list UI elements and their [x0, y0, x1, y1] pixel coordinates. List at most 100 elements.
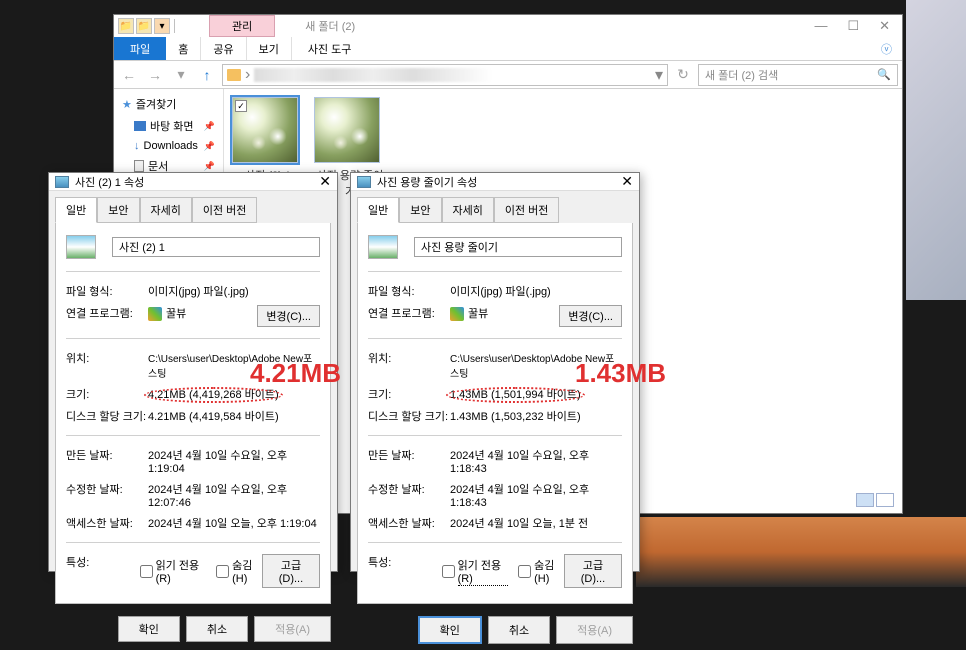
- file-tab[interactable]: 파일: [114, 37, 166, 60]
- file-type-icon: [66, 235, 96, 259]
- picture-tools-tab[interactable]: 사진 도구: [292, 37, 368, 60]
- advanced-button[interactable]: 고급(D)...: [262, 554, 320, 588]
- properties-dialog-1: 사진 (2) 1 속성 ✕ 일반 보안 자세히 이전 버전 파일 형식:이미지(…: [48, 172, 338, 572]
- separator: [174, 19, 175, 33]
- readonly-checkbox[interactable]: 읽기 전용(R): [442, 557, 509, 586]
- separator: [66, 338, 320, 339]
- document-icon: [134, 160, 144, 172]
- tab-panel: 파일 형식:이미지(jpg) 파일(.jpg) 연결 프로그램:꿀뷰변경(C).…: [55, 223, 331, 604]
- pin-icon: 📌: [204, 161, 215, 172]
- forward-button[interactable]: →: [144, 64, 166, 86]
- separator: [368, 338, 622, 339]
- accessed-label: 액세스한 날짜:: [368, 515, 450, 531]
- folder-icon-2[interactable]: 📁: [136, 18, 152, 34]
- tab-details[interactable]: 자세히: [140, 197, 192, 223]
- view-tab[interactable]: 보기: [247, 37, 292, 60]
- separator: [368, 435, 622, 436]
- recent-dropdown[interactable]: ▾: [170, 64, 192, 86]
- apply-button[interactable]: 적용(A): [556, 616, 633, 644]
- tab-previous[interactable]: 이전 버전: [192, 197, 258, 223]
- folder-icon[interactable]: 📁: [118, 18, 134, 34]
- maximize-button[interactable]: ☐: [847, 18, 859, 34]
- cancel-button[interactable]: 취소: [488, 616, 550, 644]
- separator: [66, 435, 320, 436]
- ok-button[interactable]: 확인: [418, 616, 482, 644]
- readonly-checkbox[interactable]: 읽기 전용(R): [140, 557, 207, 585]
- close-button[interactable]: ✕: [621, 173, 633, 190]
- properties-dialog-2: 사진 용량 줄이기 속성 ✕ 일반 보안 자세히 이전 버전 파일 형식:이미지…: [350, 172, 640, 572]
- filename-input[interactable]: [112, 237, 320, 257]
- filename-input[interactable]: [414, 237, 622, 257]
- pin-icon: 📌: [204, 141, 215, 152]
- dialog-title: 사진 용량 줄이기 속성: [377, 174, 477, 190]
- accessed-label: 액세스한 날짜:: [66, 515, 148, 531]
- opens-label: 연결 프로그램:: [66, 305, 148, 327]
- back-button[interactable]: ←: [118, 64, 140, 86]
- ribbon-context-tab: 관리: [209, 15, 275, 37]
- app-icon: [148, 307, 162, 321]
- location-label: 위치:: [368, 350, 450, 380]
- view-switcher: [856, 493, 894, 507]
- modified-label: 수정한 날짜:: [66, 481, 148, 509]
- sidebar-favorites[interactable]: ★즐겨찾기: [114, 93, 223, 115]
- up-button[interactable]: ↑: [196, 64, 218, 86]
- sidebar-desktop[interactable]: 바탕 화면📌: [114, 115, 223, 137]
- separator: [368, 542, 622, 543]
- home-tab[interactable]: 홈: [166, 37, 201, 60]
- dialog-buttons: 확인 취소 적용(A): [351, 610, 639, 650]
- location-value: C:\Users\user\Desktop\Adobe New포스팅: [450, 350, 622, 380]
- tab-details[interactable]: 자세히: [442, 197, 494, 223]
- minimize-button[interactable]: —: [814, 18, 827, 34]
- thumbnail-view-icon[interactable]: [856, 493, 874, 507]
- pin-icon: 📌: [204, 121, 215, 132]
- share-tab[interactable]: 공유: [201, 37, 246, 60]
- details-view-icon[interactable]: [876, 493, 894, 507]
- address-path: [254, 68, 651, 82]
- separator: [66, 271, 320, 272]
- tab-strip: 일반 보안 자세히 이전 버전: [49, 191, 337, 223]
- separator: [66, 542, 320, 543]
- checkbox-icon[interactable]: ✓: [235, 100, 247, 112]
- created-value: 2024년 4월 10일 수요일, 오후 1:18:43: [450, 447, 622, 475]
- tab-security[interactable]: 보안: [399, 197, 441, 223]
- created-value: 2024년 4월 10일 수요일, 오후 1:19:04: [148, 447, 320, 475]
- tab-general[interactable]: 일반: [55, 197, 97, 223]
- close-button[interactable]: ✕: [319, 173, 331, 190]
- image-icon: [357, 176, 371, 188]
- dialog-buttons: 확인 취소 적용(A): [49, 610, 337, 648]
- hidden-checkbox[interactable]: 숨김(H): [518, 557, 564, 585]
- disk-label: 디스크 할당 크기:: [368, 408, 450, 424]
- refresh-button[interactable]: ↻: [672, 64, 694, 86]
- sidebar-label: 즐겨찾기: [136, 96, 176, 112]
- download-icon: ↓: [134, 140, 140, 152]
- search-box[interactable]: 새 폴더 (2) 검색 🔍: [698, 64, 898, 86]
- close-button[interactable]: ✕: [879, 18, 890, 34]
- cancel-button[interactable]: 취소: [186, 616, 248, 642]
- help-icon[interactable]: ⓥ: [871, 37, 902, 60]
- tab-general[interactable]: 일반: [357, 197, 399, 223]
- disk-value: 4.21MB (4,419,584 바이트): [148, 408, 320, 424]
- tab-panel: 파일 형식:이미지(jpg) 파일(.jpg) 연결 프로그램:꿀뷰변경(C).…: [357, 223, 633, 604]
- hidden-checkbox[interactable]: 숨김(H): [216, 557, 262, 585]
- separator: [368, 271, 622, 272]
- sidebar-downloads[interactable]: ↓Downloads📌: [114, 137, 223, 155]
- apply-button[interactable]: 적용(A): [254, 616, 331, 642]
- modified-label: 수정한 날짜:: [368, 481, 450, 509]
- opens-label: 연결 프로그램:: [368, 305, 450, 327]
- type-label: 파일 형식:: [368, 283, 450, 299]
- dialog-title: 사진 (2) 1 속성: [75, 174, 144, 190]
- created-label: 만든 날짜:: [66, 447, 148, 475]
- advanced-button[interactable]: 고급(D)...: [564, 554, 622, 588]
- ok-button[interactable]: 확인: [118, 616, 180, 642]
- tab-previous[interactable]: 이전 버전: [494, 197, 560, 223]
- tab-security[interactable]: 보안: [97, 197, 139, 223]
- change-button[interactable]: 변경(C)...: [559, 305, 622, 327]
- address-bar[interactable]: › ▾: [222, 64, 668, 86]
- change-button[interactable]: 변경(C)...: [257, 305, 320, 327]
- navigation-bar: ← → ▾ ↑ › ▾ ↻ 새 폴더 (2) 검색 🔍: [114, 61, 902, 89]
- overflow-icon[interactable]: ▾: [154, 18, 170, 34]
- size-value: 4.21MB (4,419,268 바이트): [148, 389, 279, 401]
- thumbnail-image: ✓: [232, 97, 298, 163]
- manage-tab[interactable]: 관리: [209, 15, 275, 37]
- file-thumbnail[interactable]: ✓ 사진 (2) 1: [232, 97, 304, 183]
